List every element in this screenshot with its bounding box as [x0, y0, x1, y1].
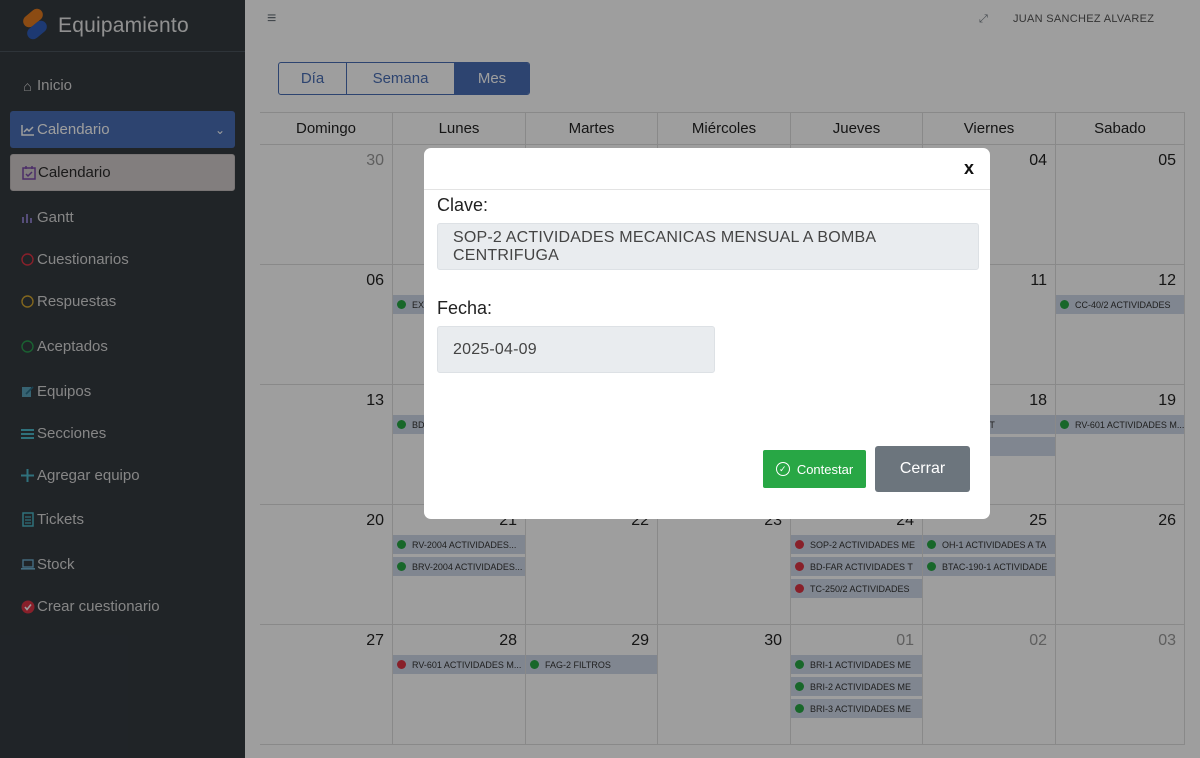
- modal-header: x: [424, 148, 990, 190]
- contestar-button[interactable]: ✓ Contestar: [763, 450, 866, 488]
- fecha-field[interactable]: 2025-04-09: [437, 326, 715, 373]
- event-modal: x Clave: SOP-2 ACTIVIDADES MECANICAS MEN…: [424, 148, 990, 519]
- clave-field[interactable]: SOP-2 ACTIVIDADES MECANICAS MENSUAL A BO…: [437, 223, 979, 270]
- close-icon[interactable]: x: [964, 158, 974, 179]
- contestar-label: Contestar: [796, 461, 854, 477]
- fecha-label: Fecha:: [437, 298, 493, 318]
- clave-label: Clave:: [437, 195, 489, 215]
- check-circle-icon: ✓: [775, 462, 790, 476]
- cerrar-button[interactable]: Cerrar: [875, 446, 970, 492]
